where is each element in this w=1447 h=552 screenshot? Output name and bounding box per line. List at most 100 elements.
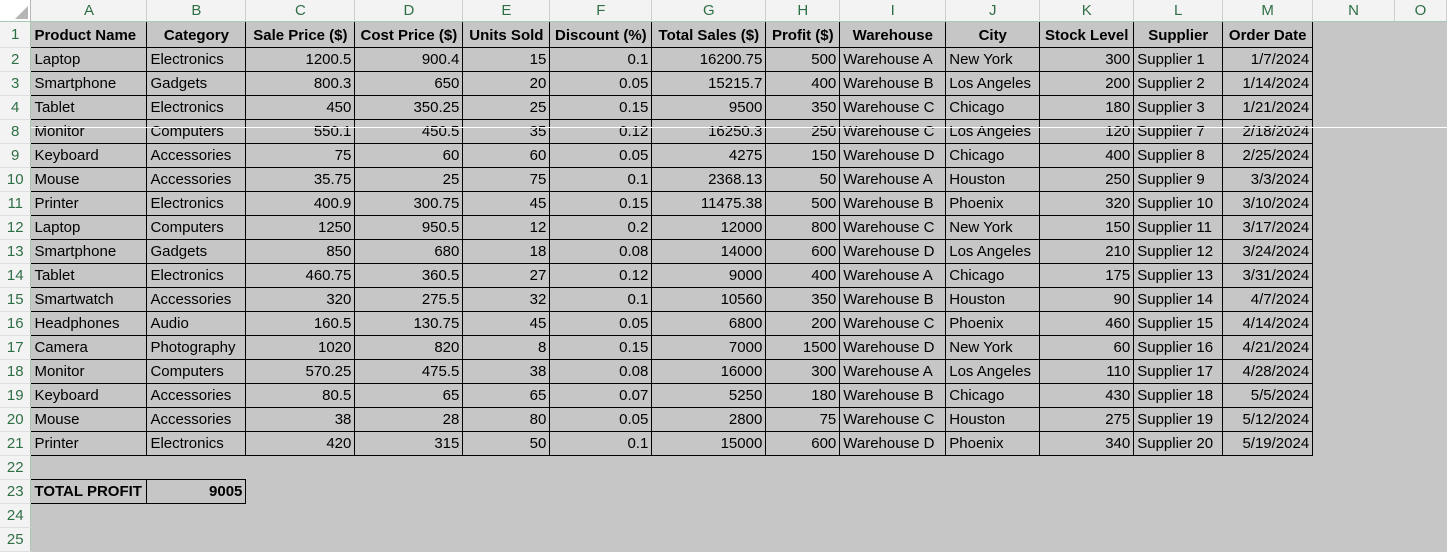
empty-cell[interactable]	[840, 479, 946, 503]
row-header[interactable]: 20	[0, 407, 32, 432]
table-cell[interactable]: 1/7/2024	[1222, 46, 1314, 72]
table-cell[interactable]: 450.5	[354, 118, 464, 144]
row-header[interactable]: 3	[0, 71, 32, 96]
table-cell[interactable]: 180	[765, 382, 841, 408]
row-header[interactable]: 25	[0, 527, 32, 552]
empty-cell[interactable]	[1394, 167, 1446, 191]
table-cell[interactable]: 75	[245, 142, 356, 168]
empty-cell[interactable]	[1394, 119, 1446, 143]
table-cell[interactable]: 5/19/2024	[1222, 430, 1314, 456]
table-cell[interactable]: 0.05	[549, 70, 653, 96]
table-cell[interactable]: Supplier 2	[1133, 70, 1224, 96]
table-cell[interactable]: Houston	[945, 406, 1041, 432]
table-cell[interactable]: 16000	[651, 358, 767, 384]
table-cell[interactable]: 180	[1039, 94, 1135, 120]
table-cell[interactable]: 600	[765, 238, 841, 264]
total-profit-label[interactable]: TOTAL PROFIT	[30, 478, 148, 504]
table-cell[interactable]: 475.5	[354, 358, 464, 384]
table-cell[interactable]: 38	[462, 358, 551, 384]
column-header-c[interactable]: C	[245, 0, 356, 22]
table-cell[interactable]: 1500	[765, 334, 841, 360]
row-header[interactable]: 21	[0, 431, 32, 456]
row-header[interactable]: 9	[0, 143, 32, 168]
table-cell[interactable]: Houston	[945, 166, 1041, 192]
table-cell[interactable]: 35.75	[245, 166, 356, 192]
table-cell[interactable]: 6800	[651, 310, 767, 336]
table-cell[interactable]: Chicago	[945, 262, 1041, 288]
empty-cell[interactable]	[550, 503, 652, 527]
empty-cell[interactable]	[463, 527, 550, 551]
empty-cell[interactable]	[1394, 21, 1446, 47]
table-cell[interactable]: Warehouse D	[839, 238, 947, 264]
empty-cell[interactable]	[1394, 407, 1446, 431]
table-cell[interactable]: 320	[1039, 190, 1135, 216]
empty-cell[interactable]	[1313, 71, 1395, 95]
empty-cell[interactable]	[1394, 431, 1446, 455]
header-cell[interactable]: Cost Price ($)	[354, 20, 464, 48]
table-cell[interactable]: 65	[462, 382, 551, 408]
table-cell[interactable]: 45	[462, 190, 551, 216]
table-cell[interactable]: 110	[1039, 358, 1135, 384]
row-header[interactable]: 11	[0, 191, 32, 216]
empty-cell[interactable]	[550, 455, 652, 479]
table-cell[interactable]: 250	[1039, 166, 1135, 192]
empty-cell[interactable]	[147, 503, 246, 527]
row-header[interactable]: 4	[0, 95, 32, 120]
table-cell[interactable]: 9000	[651, 262, 767, 288]
table-cell[interactable]: Supplier 1	[1133, 46, 1224, 72]
empty-cell[interactable]	[1040, 527, 1134, 551]
table-cell[interactable]: 800	[765, 214, 841, 240]
empty-cell[interactable]	[1394, 359, 1446, 383]
table-cell[interactable]: 5/5/2024	[1222, 382, 1314, 408]
table-cell[interactable]: Headphones	[30, 310, 148, 336]
empty-cell[interactable]	[1313, 263, 1395, 287]
table-cell[interactable]: 0.15	[549, 334, 653, 360]
table-cell[interactable]: 0.2	[549, 214, 653, 240]
empty-cell[interactable]	[766, 455, 840, 479]
table-cell[interactable]: 60	[354, 142, 464, 168]
table-cell[interactable]: 160.5	[245, 310, 356, 336]
header-cell[interactable]: Units Sold	[462, 20, 551, 48]
table-cell[interactable]: 275.5	[354, 286, 464, 312]
table-cell[interactable]: 400	[1039, 142, 1135, 168]
table-cell[interactable]: 4/21/2024	[1222, 334, 1314, 360]
empty-cell[interactable]	[1313, 527, 1395, 551]
table-cell[interactable]: Gadgets	[146, 238, 247, 264]
empty-cell[interactable]	[31, 503, 147, 527]
table-cell[interactable]: 60	[462, 142, 551, 168]
table-cell[interactable]: 12000	[651, 214, 767, 240]
table-cell[interactable]: 15215.7	[651, 70, 767, 96]
empty-cell[interactable]	[1223, 479, 1313, 503]
header-cell[interactable]: Profit ($)	[765, 20, 841, 48]
table-cell[interactable]: 0.08	[549, 358, 653, 384]
table-cell[interactable]: 8	[462, 334, 551, 360]
table-cell[interactable]: Phoenix	[945, 430, 1041, 456]
table-cell[interactable]: Electronics	[146, 262, 247, 288]
table-cell[interactable]: Los Angeles	[945, 70, 1041, 96]
empty-cell[interactable]	[1313, 21, 1395, 47]
empty-cell[interactable]	[1313, 119, 1395, 143]
table-cell[interactable]: 850	[245, 238, 356, 264]
table-cell[interactable]: Keyboard	[30, 382, 148, 408]
column-header-o[interactable]: O	[1394, 0, 1447, 22]
table-cell[interactable]: Warehouse A	[839, 358, 947, 384]
table-cell[interactable]: Supplier 3	[1133, 94, 1224, 120]
table-cell[interactable]: 300.75	[354, 190, 464, 216]
table-cell[interactable]: 3/17/2024	[1222, 214, 1314, 240]
empty-cell[interactable]	[1313, 239, 1395, 263]
table-cell[interactable]: 80	[462, 406, 551, 432]
table-cell[interactable]: 32	[462, 286, 551, 312]
table-cell[interactable]: 400.9	[245, 190, 356, 216]
table-cell[interactable]: 0.12	[549, 262, 653, 288]
table-cell[interactable]: Monitor	[30, 358, 148, 384]
table-cell[interactable]: Electronics	[146, 94, 247, 120]
empty-cell[interactable]	[1394, 215, 1446, 239]
table-cell[interactable]: 680	[354, 238, 464, 264]
table-cell[interactable]: 0.1	[549, 286, 653, 312]
empty-cell[interactable]	[1313, 383, 1395, 407]
table-cell[interactable]: 0.1	[549, 430, 653, 456]
empty-cell[interactable]	[1040, 479, 1134, 503]
empty-cell[interactable]	[1313, 191, 1395, 215]
table-cell[interactable]: 900.4	[354, 46, 464, 72]
table-cell[interactable]: Camera	[30, 334, 148, 360]
